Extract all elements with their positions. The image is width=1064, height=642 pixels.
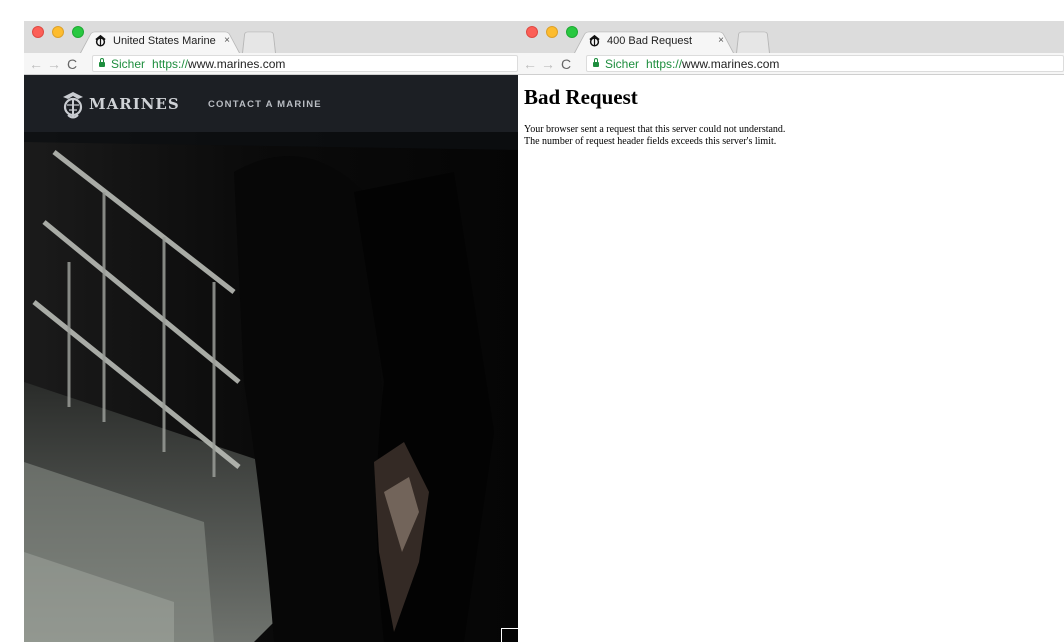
- error-heading: Bad Request: [524, 85, 638, 109]
- tab-marines[interactable]: United States Marine Corps | Y ×: [80, 26, 240, 53]
- minimize-window-button[interactable]: [52, 26, 64, 38]
- security-label: Sicher: [111, 56, 146, 71]
- forward-arrow-icon[interactable]: →: [539, 54, 557, 74]
- minimize-window-button[interactable]: [546, 26, 558, 38]
- page-viewport: MARINES CONTACT A MARINE: [24, 75, 518, 642]
- url-host: www.marines.com: [188, 56, 286, 71]
- hero-video[interactable]: [24, 132, 518, 642]
- close-window-button[interactable]: [526, 26, 538, 38]
- right-browser-window: 400 Bad Request × ← → C Sicher https:// …: [518, 21, 1064, 642]
- reload-icon[interactable]: C: [557, 54, 575, 74]
- browser-toolbar: ← → C Sicher https:// www.marines.com: [24, 53, 518, 75]
- window-controls: [32, 26, 84, 38]
- hero-video-frame: [24, 132, 518, 642]
- site-header: MARINES CONTACT A MARINE: [24, 75, 518, 132]
- tab-title: United States Marine Corps | Y: [113, 34, 218, 47]
- contact-a-marine-link[interactable]: CONTACT A MARINE: [208, 99, 322, 110]
- tab-close-icon[interactable]: ×: [718, 35, 724, 46]
- window-controls: [526, 26, 578, 38]
- browser-toolbar: ← → C Sicher https:// www.marines.com: [518, 53, 1064, 75]
- url-scheme: https://: [152, 56, 189, 71]
- eagle-globe-anchor-icon: [63, 92, 83, 119]
- tab-close-icon[interactable]: ×: [224, 35, 230, 46]
- tab-strip: 400 Bad Request ×: [518, 21, 1064, 53]
- video-corner-marker: [501, 628, 518, 642]
- new-tab-button[interactable]: [242, 26, 276, 53]
- site-logo[interactable]: MARINES: [61, 89, 180, 119]
- logo-wordmark: MARINES: [89, 95, 180, 113]
- ega-favicon-icon: [95, 34, 106, 47]
- tab-title: 400 Bad Request: [607, 34, 693, 47]
- left-browser-window: United States Marine Corps | Y × ← → C S…: [24, 21, 518, 642]
- error-page: Bad Request Your browser sent a request …: [518, 75, 1064, 154]
- tab-strip: United States Marine Corps | Y ×: [24, 21, 518, 53]
- url-scheme: https://: [646, 56, 683, 71]
- reload-icon[interactable]: C: [63, 54, 81, 74]
- lock-icon: [99, 58, 105, 67]
- lock-icon: [593, 58, 599, 67]
- back-arrow-icon[interactable]: ←: [27, 54, 45, 74]
- new-tab-button[interactable]: [736, 26, 770, 53]
- tab-bad-request[interactable]: 400 Bad Request ×: [574, 26, 734, 53]
- error-message-line: Your browser sent a request that this se…: [524, 124, 786, 135]
- error-detail-line: The number of request header fields exce…: [524, 136, 777, 147]
- page-viewport: Bad Request Your browser sent a request …: [518, 75, 1064, 642]
- url-host: www.marines.com: [682, 56, 780, 71]
- security-label: Sicher: [605, 56, 640, 71]
- forward-arrow-icon[interactable]: →: [45, 54, 63, 74]
- close-window-button[interactable]: [32, 26, 44, 38]
- address-bar[interactable]: Sicher https:// www.marines.com: [586, 55, 1064, 72]
- address-bar[interactable]: Sicher https:// www.marines.com: [92, 55, 518, 72]
- ega-favicon-icon: [589, 34, 600, 47]
- back-arrow-icon[interactable]: ←: [521, 54, 539, 74]
